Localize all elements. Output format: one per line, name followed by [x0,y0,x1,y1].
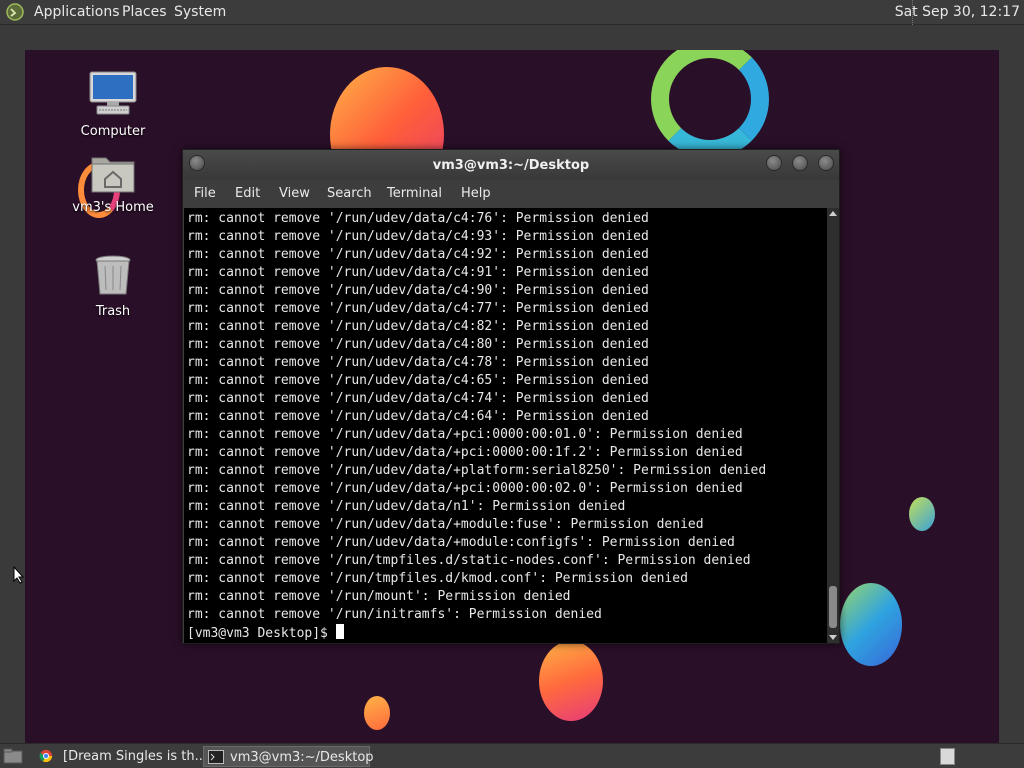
terminal-titlebar[interactable]: vm3@vm3:~/Desktop [183,150,839,180]
terminal-line: rm: cannot remove '/run/udev/data/c4:82'… [187,319,649,334]
wallpaper-small-orange-blob [364,696,390,730]
terminal-lines: rm: cannot remove '/run/udev/data/c4:76'… [187,210,766,643]
terminal-line: rm: cannot remove '/run/initramfs': Perm… [187,607,602,622]
desktop-icon-label: vm3's Home [72,200,154,215]
close-button[interactable] [818,155,834,171]
terminal-line: rm: cannot remove '/run/udev/data/+pci:0… [187,481,743,496]
scrollbar-thumb[interactable] [829,586,837,628]
text-cursor [335,624,344,639]
terminal-scrollbar[interactable] [827,208,839,643]
terminal-line: rm: cannot remove '/run/udev/data/+platf… [187,463,767,478]
terminal-line: rm: cannot remove '/run/udev/data/+pci:0… [187,445,743,460]
scroll-up-arrow-icon[interactable] [829,211,837,216]
desktop-icon-label: Trash [95,304,131,319]
menu-help[interactable]: Help [461,186,491,201]
clock[interactable]: Sat Sep 30, 12:17 [895,4,1020,20]
terminal-line: rm: cannot remove '/run/udev/data/c4:92'… [187,247,649,262]
scroll-down-arrow-icon[interactable] [829,635,837,640]
terminal-line: rm: cannot remove '/run/udev/data/c4:80'… [187,337,649,352]
terminal-window[interactable]: vm3@vm3:~/Desktop File Edit View Search … [182,149,840,644]
terminal-output[interactable]: rm: cannot remove '/run/udev/data/c4:76'… [184,208,827,643]
wallpaper-ring [651,50,769,158]
terminal-line: rm: cannot remove '/run/udev/data/c4:91'… [187,265,649,280]
clock-area[interactable]: Sat Sep 30, 12:17 [895,0,1024,25]
maximize-button[interactable] [792,155,808,171]
wallpaper-orange-blob-bottom [539,641,603,721]
menu-file[interactable]: File [194,186,216,201]
desktop-icon-label: Computer [80,124,146,139]
chrome-icon [39,749,53,763]
taskbar-item-browser[interactable]: [Dream Singles is th... [34,746,207,767]
home-folder-icon [91,157,135,193]
taskbar-item-label: vm3@vm3:~/Desktop [230,750,374,765]
menu-terminal[interactable]: Terminal [387,186,442,201]
terminal-line: rm: cannot remove '/run/tmpfiles.d/stati… [187,553,751,568]
taskbar-item-terminal[interactable]: vm3@vm3:~/Desktop [203,746,374,767]
terminal-title: vm3@vm3:~/Desktop [432,158,590,173]
workspace-switcher[interactable] [940,748,955,765]
top-panel: Applications Places System Sat Sep 30, 1… [0,0,1024,25]
terminal-line: rm: cannot remove '/run/udev/data/c4:93'… [187,229,649,244]
taskbar-item-label: [Dream Singles is th... [63,749,208,764]
terminal-line: rm: cannot remove '/run/udev/data/c4:90'… [187,283,649,298]
wallpaper-green-blob [909,497,935,531]
terminal-line: rm: cannot remove '/run/udev/data/c4:65'… [187,373,649,388]
terminal-icon [208,750,224,764]
terminal-line: rm: cannot remove '/run/udev/data/+pci:0… [187,427,743,442]
terminal-line: rm: cannot remove '/run/udev/data/c4:74'… [187,391,649,406]
terminal-line: rm: cannot remove '/run/udev/data/c4:77'… [187,301,649,316]
mouse-pointer-icon [13,566,25,584]
desktop-icon-home[interactable]: vm3's Home [68,152,158,215]
trash-icon [95,255,131,295]
terminal-prompt[interactable]: [vm3@vm3 Desktop]$ [187,624,766,643]
desktop-icon-computer[interactable]: Computer [68,70,158,139]
terminal-line: rm: cannot remove '/run/udev/data/n1': P… [187,499,626,514]
menu-applications[interactable]: Applications [34,4,120,20]
terminal-menubar: File Edit View Search Terminal Help [183,180,839,208]
menu-search[interactable]: Search [327,186,372,201]
terminal-line: rm: cannot remove '/run/mount': Permissi… [187,589,571,604]
terminal-line: rm: cannot remove '/run/udev/data/c4:64'… [187,409,649,424]
terminal-line: rm: cannot remove '/run/tmpfiles.d/kmod.… [187,571,688,586]
computer-icon [89,71,137,115]
prompt-text: [vm3@vm3 Desktop]$ [187,626,336,641]
wallpaper-blue-blob [840,583,902,666]
show-desktop-icon[interactable] [3,748,23,764]
minimize-button[interactable] [766,155,782,171]
menu-view[interactable]: View [279,186,310,201]
bottom-panel: [Dream Singles is th... vm3@vm3:~/Deskto… [0,743,1024,768]
menu-edit[interactable]: Edit [235,186,260,201]
menu-places[interactable]: Places [122,4,167,20]
mint-logo-icon[interactable] [6,3,26,21]
terminal-line: rm: cannot remove '/run/udev/data/c4:76'… [187,211,649,226]
menu-system[interactable]: System [174,4,226,20]
desktop-icon-trash[interactable]: Trash [68,254,158,319]
terminal-line: rm: cannot remove '/run/udev/data/+modul… [187,535,735,550]
terminal-line: rm: cannot remove '/run/udev/data/+modul… [187,517,704,532]
terminal-line: rm: cannot remove '/run/udev/data/c4:78'… [187,355,649,370]
